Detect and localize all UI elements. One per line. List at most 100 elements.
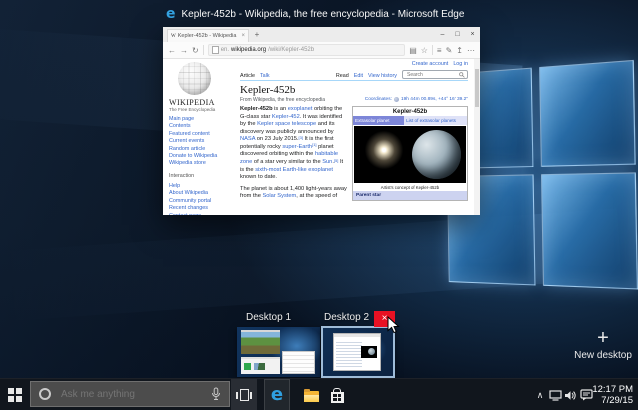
network-icon[interactable] <box>548 379 563 410</box>
minimize-button[interactable]: – <box>435 27 450 42</box>
wikipedia-globe-logo[interactable] <box>178 62 211 95</box>
scrollbar-thumb[interactable] <box>475 69 479 107</box>
wiki-page-tab[interactable]: Talk <box>260 73 270 80</box>
desktop2-thumbnail-selected[interactable] <box>321 326 395 378</box>
close-button[interactable]: × <box>465 27 480 42</box>
wiki-page-tab[interactable]: Article <box>240 73 255 80</box>
new-desktop-label: New desktop <box>574 350 632 361</box>
scrollbar[interactable] <box>474 59 480 215</box>
wiki-sidebar-link[interactable]: Donate to Wikipedia <box>169 153 235 160</box>
wiki-nav-links: Main page Contents Featured content Current… <box>169 116 235 167</box>
wiki-view-tab[interactable]: Edit <box>354 73 363 80</box>
wiki-view-tab[interactable]: View history <box>368 73 397 80</box>
wiki-interaction-header: Interaction <box>169 172 195 179</box>
refresh-icon[interactable]: ↻ <box>192 46 199 55</box>
wiki-link[interactable]: [3] <box>299 135 303 140</box>
wiki-sidebar-link[interactable]: Contact page <box>169 213 235 215</box>
taskbar-edge-button[interactable]: e <box>264 379 290 410</box>
wiki-sidebar-link[interactable]: Main page <box>169 116 235 123</box>
back-icon[interactable]: ← <box>168 46 176 55</box>
infobox-title: Kepler-452b <box>392 109 428 115</box>
address-bar[interactable]: en. wikipedia.org/wiki/Kepler-452b <box>207 44 406 56</box>
coordinates-line[interactable]: Coordinates: 19h 44m 00.89s, +44° 16′ 39… <box>365 97 468 102</box>
planet-artist-concept-image[interactable] <box>354 126 466 183</box>
start-button[interactable] <box>0 379 30 410</box>
hub-icon[interactable]: ≡ <box>437 46 442 55</box>
reading-view-icon[interactable]: ▤ <box>409 46 417 55</box>
volume-icon[interactable] <box>563 379 577 410</box>
wiki-sidebar-link[interactable]: Random article <box>169 146 235 153</box>
tab-close-icon[interactable]: × <box>241 33 245 39</box>
task-view-screen: e Kepler-452b - Wikipedia, the free ency… <box>0 0 638 410</box>
wiki-link[interactable]: super-Earth <box>282 144 312 150</box>
wiki-link[interactable]: sixth-most Earth-like exoplanet <box>255 167 333 173</box>
mini-planet-image <box>361 346 377 358</box>
coordinates-value: 19h 44m 00.89s, +44° 16′ 39.2″ <box>400 97 468 102</box>
close-desktop2-button[interactable]: × <box>374 311 395 327</box>
wiki-link[interactable]: [1] <box>312 142 316 147</box>
tray-overflow-chevron[interactable]: ∧ <box>534 379 546 410</box>
maximize-button[interactable]: □ <box>450 27 465 42</box>
wiki-search-input[interactable] <box>405 70 459 79</box>
wiki-article-area: Create account Log in Article Talk Read Edi… <box>235 59 480 215</box>
new-desktop-button[interactable]: + New desktop <box>567 328 638 361</box>
article-paragraph: The planet is about 1,400 light-years aw… <box>240 186 347 201</box>
share-icon[interactable]: ↥ <box>456 46 463 55</box>
wiki-account-link[interactable]: Log in <box>453 61 468 67</box>
cortana-search-box[interactable] <box>30 381 230 407</box>
edge-window-preview[interactable]: W Kepler-452b - Wikipedia × + – □ × ← → … <box>163 27 480 215</box>
article-body: Kepler-452b is an exoplanet orbiting the… <box>240 106 347 205</box>
wiki-link[interactable]: exoplanet <box>288 106 313 112</box>
wiki-link[interactable]: [5] <box>334 158 338 163</box>
toolbar-divider <box>202 45 204 55</box>
folder-icon <box>303 388 319 402</box>
file-explorer-button[interactable] <box>298 379 324 410</box>
wiki-link[interactable]: NASA <box>240 136 255 142</box>
task-view-button[interactable] <box>231 379 257 410</box>
infobox-header-left[interactable]: Extrasolar planet <box>353 116 405 125</box>
microphone-icon[interactable] <box>211 387 221 401</box>
more-icon[interactable]: ⋯ <box>467 46 475 55</box>
wiki-sidebar-link[interactable]: Contents <box>169 124 235 130</box>
wikipedia-tagline: The Free Encyclopedia <box>169 107 216 112</box>
wikipedia-page: WIKIPEDIA The Free Encyclopedia Main pag… <box>163 59 480 215</box>
taskbar-search-input[interactable] <box>59 387 203 401</box>
wiki-sidebar-link[interactable]: Wikipedia store <box>169 161 235 167</box>
star-glow <box>364 129 405 170</box>
taskbar-clock[interactable]: 12:17 PM 7/29/15 <box>592 379 633 410</box>
wiki-page-tabs: Article Talk <box>240 73 270 80</box>
wiki-view-tab[interactable]: Read <box>336 73 349 80</box>
mini-edge-window <box>333 333 381 371</box>
text-run: on 23 July 2015. <box>255 136 299 143</box>
forward-icon[interactable]: → <box>180 46 188 55</box>
web-note-icon[interactable]: ✎ <box>446 46 453 55</box>
wiki-sidebar-link[interactable]: About Wikipedia <box>169 191 235 197</box>
article-paragraph: Kepler-452b is an exoplanet orbiting the… <box>240 106 347 182</box>
infobox-section-header: Parent star <box>353 191 467 200</box>
window-preview-header: e Kepler-452b - Wikipedia, the free ency… <box>166 6 486 22</box>
wiki-link[interactable]: Sun <box>322 159 332 165</box>
wiki-sidebar-link[interactable]: Community portal <box>169 198 235 205</box>
wiki-link[interactable]: Kepler-452 <box>272 114 300 120</box>
task-view-icon <box>236 389 252 401</box>
windows-store-button[interactable] <box>324 379 350 410</box>
logo-pane <box>538 59 636 167</box>
wiki-sidebar-link[interactable]: Featured content <box>169 131 235 138</box>
desktop1-thumbnail[interactable] <box>237 327 320 377</box>
infobox-header-row: Extrasolar planet List of extrasolar pla… <box>353 116 467 125</box>
favorite-star-icon[interactable]: ☆ <box>421 46 428 55</box>
wiki-sidebar-link[interactable]: Help <box>169 183 235 190</box>
browser-tab[interactable]: W Kepler-452b - Wikipedia × <box>167 29 249 42</box>
wiki-link[interactable]: Solar System <box>262 193 296 199</box>
desktop1-label: Desktop 1 <box>246 312 292 323</box>
wiki-link[interactable]: Kepler space telescope <box>257 121 316 127</box>
infobox-header-right[interactable]: List of extrasolar planets <box>404 116 467 125</box>
wiki-search-box[interactable] <box>402 70 468 79</box>
new-tab-button[interactable]: + <box>249 28 265 41</box>
wiki-sidebar-link[interactable]: Recent changes <box>169 205 235 212</box>
store-bag-icon <box>330 387 344 403</box>
globe-icon <box>393 97 399 102</box>
wiki-account-link[interactable]: Create account <box>412 61 449 67</box>
wiki-sidebar-link[interactable]: Current events <box>169 139 235 145</box>
taskbar: e ∧ 12:17 PM 7/29/15 <box>0 378 638 410</box>
